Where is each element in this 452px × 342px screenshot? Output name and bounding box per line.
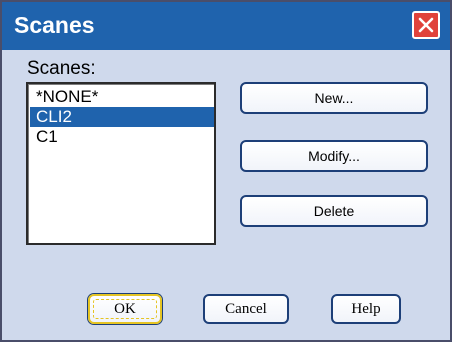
ok-button[interactable]: OK [88,294,162,324]
title-bar[interactable]: Scanes [2,2,450,50]
scanes-listbox[interactable]: *NONE* CLI2 C1 [26,82,216,245]
list-item[interactable]: *NONE* [30,87,214,107]
delete-button-label: Delete [313,203,355,219]
window-title: Scanes [14,12,95,38]
help-button[interactable]: Help [331,294,401,324]
modify-button[interactable]: Modify... [240,140,428,172]
cancel-button-label: Cancel [225,301,267,317]
new-button[interactable]: New... [240,82,428,114]
close-icon [418,17,434,33]
scanes-dialog: Scanes Scanes: *NONE* CLI2 C1 New... Mod… [0,0,452,342]
list-item[interactable]: C1 [30,127,214,147]
modify-button-label: Modify... [308,148,360,164]
help-button-label: Help [351,301,381,317]
delete-button[interactable]: Delete [240,195,428,227]
list-item[interactable]: CLI2 [30,107,214,127]
close-button[interactable] [412,11,440,39]
focus-ring [93,299,157,319]
new-button-label: New... [314,90,354,106]
cancel-button[interactable]: Cancel [203,294,289,324]
scanes-list-label: Scanes: [27,58,96,79]
